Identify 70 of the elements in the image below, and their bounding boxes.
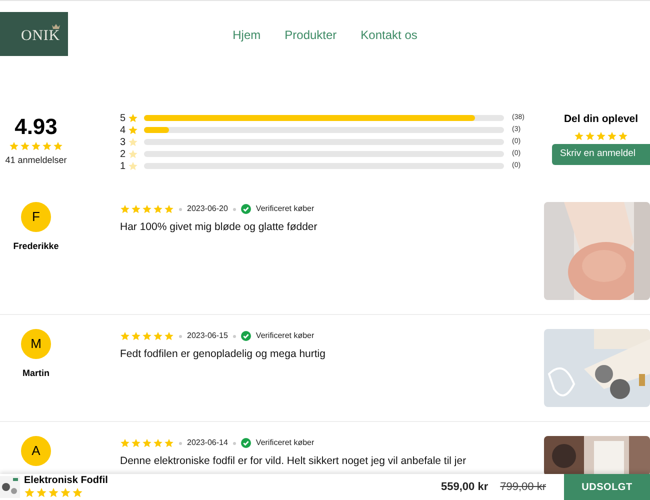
star-icon xyxy=(153,438,163,448)
star-icon xyxy=(120,204,130,214)
star-icon xyxy=(31,141,41,151)
check-icon xyxy=(240,438,251,448)
nav-link[interactable]: Hjem xyxy=(232,26,261,44)
write-review-button[interactable]: Skriv en anmeldel xyxy=(552,144,650,165)
star-icon xyxy=(153,204,163,214)
logo[interactable]: ONIK xyxy=(0,12,68,56)
star-icon xyxy=(164,331,174,341)
star-icon xyxy=(72,487,83,498)
star-level-label: 2 xyxy=(120,148,127,162)
star-icon xyxy=(128,137,138,147)
star-icon xyxy=(574,130,584,141)
star-icon xyxy=(142,331,152,341)
star-icon xyxy=(596,130,606,141)
crown-icon xyxy=(52,24,60,29)
review-text: Fedt fodfilen er genopladelig og mega hurtig xyxy=(120,347,326,362)
review-date: 2023-06-14 xyxy=(187,437,228,449)
review-count: 41 anmeldelser xyxy=(5,154,67,167)
star-icon xyxy=(53,141,63,151)
star-icon xyxy=(42,141,52,151)
review-text: Denne elektroniske fodfil er for vild. Helt sikkert noget jeg vil anbefale til jer xyxy=(120,454,468,469)
nav-link[interactable]: Kontakt os xyxy=(360,26,418,44)
check-icon xyxy=(240,204,251,214)
star-icon xyxy=(120,331,130,341)
star-icon xyxy=(164,204,174,214)
check-icon xyxy=(240,331,251,341)
average-rating: 4.93 xyxy=(14,116,58,138)
star-icon xyxy=(24,487,35,498)
star-icon xyxy=(142,438,152,448)
avatar: F xyxy=(21,202,51,232)
review-date: 2023-06-20 xyxy=(187,203,228,215)
star-icon xyxy=(585,130,595,141)
star-level-label: 5 xyxy=(120,112,127,126)
star-icon xyxy=(153,331,163,341)
verified-label: Verificeret køber xyxy=(256,437,314,449)
star-icon xyxy=(20,141,30,151)
price: 559,00 kr xyxy=(441,480,488,495)
star-icon xyxy=(36,487,47,498)
star-icon xyxy=(142,204,152,214)
star-level-label: 3 xyxy=(120,136,127,150)
avatar: M xyxy=(21,329,51,359)
star-icon xyxy=(120,438,130,448)
review-date: 2023-06-15 xyxy=(187,330,228,342)
star-icon xyxy=(9,141,19,151)
share-title: Del din oplevel xyxy=(564,112,638,127)
verified-label: Verificeret køber xyxy=(256,330,314,342)
reviewer-name: Frederikke xyxy=(13,240,59,253)
verified-label: Verificeret køber xyxy=(256,203,314,215)
reviewer-name: Martin xyxy=(22,367,50,380)
star-icon xyxy=(607,130,617,141)
star-icon xyxy=(60,487,71,498)
avatar: A xyxy=(21,436,51,466)
star-level-label: 1 xyxy=(120,160,127,174)
nav-link[interactable]: Produkter xyxy=(284,26,337,44)
old-price: 799,00 kr xyxy=(500,480,546,495)
star-icon xyxy=(128,125,138,135)
star-icon xyxy=(618,130,628,141)
product-title: Elektronisk Fodfil xyxy=(24,476,108,486)
review-text: Har 100% givet mig bløde og glatte fødder xyxy=(120,220,318,235)
star-level-label: 4 xyxy=(120,124,127,138)
star-icon xyxy=(164,438,174,448)
star-icon xyxy=(131,331,141,341)
star-icon xyxy=(128,161,138,171)
star-icon xyxy=(131,438,141,448)
star-icon xyxy=(48,487,59,498)
sold-out-button[interactable]: UDSOLGT xyxy=(564,474,650,500)
star-icon xyxy=(128,149,138,159)
star-icon xyxy=(131,204,141,214)
star-icon xyxy=(128,113,138,123)
